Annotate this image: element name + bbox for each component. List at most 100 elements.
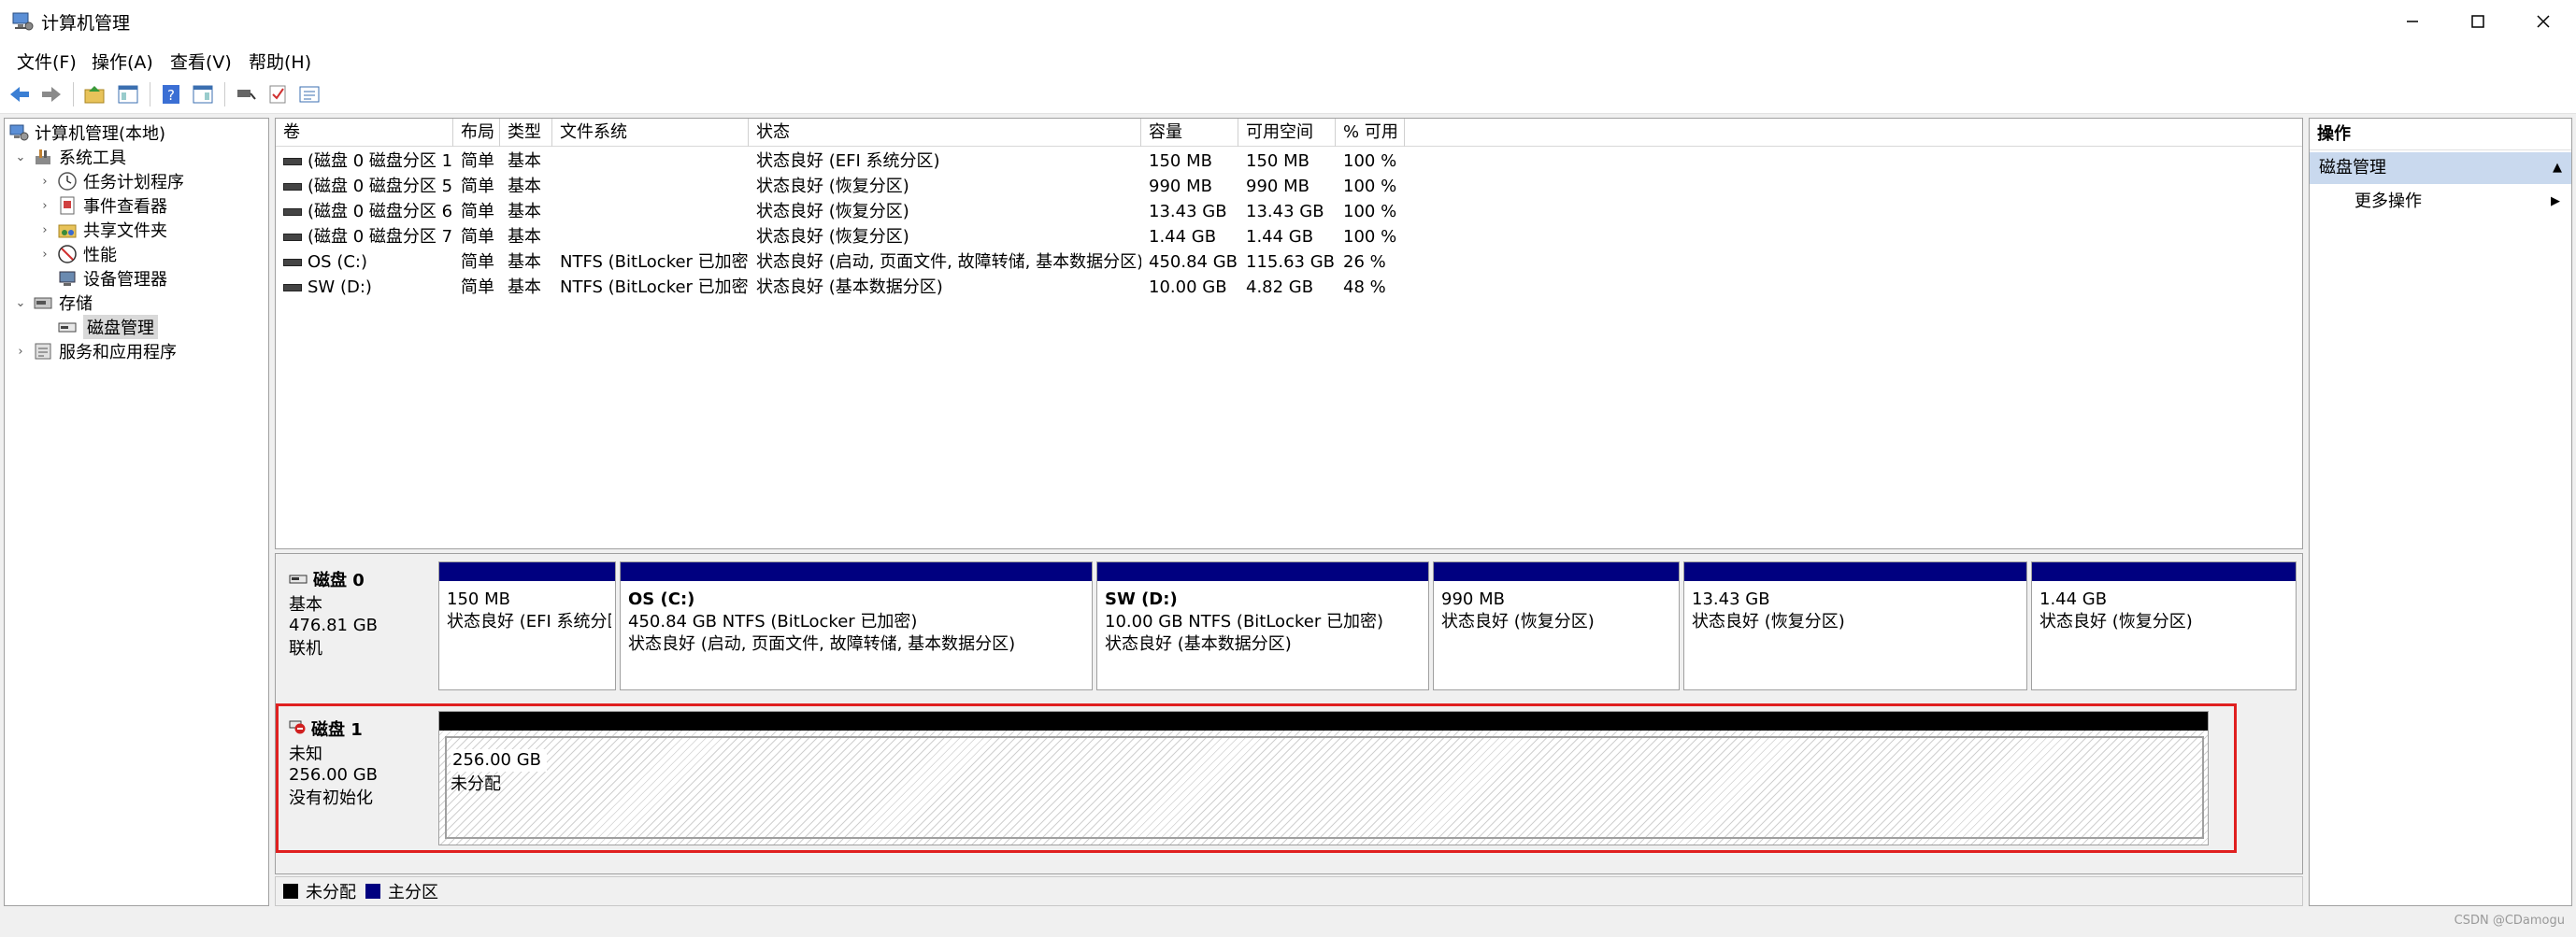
menu-file[interactable]: 文件(F) [15,47,79,76]
column-header-type[interactable]: 类型 [500,119,552,147]
maximize-button[interactable] [2445,0,2511,43]
table-cell: 48 % [1343,277,1386,297]
partition-size: 10.00 GB NTFS (BitLocker 已加密) [1105,612,1383,632]
help-icon[interactable]: ? [157,80,185,108]
disk-type: 基本 [289,595,322,615]
actions-pane: 操作 磁盘管理 ▲ 更多操作 ▶ [2309,118,2572,906]
partition-os-c[interactable]: OS (C:) 450.84 GB NTFS (BitLocker 已加密) 状态良… [620,561,1093,690]
partition-efi[interactable]: 150 MB 状态良好 (EFI 系统分区) [438,561,616,690]
tree-item-computer-management[interactable]: 计算机管理(本地) [8,121,165,145]
chevron-down-icon[interactable]: ⌄ [14,150,27,164]
close-button[interactable] [2511,0,2576,43]
disk-0-label[interactable]: 磁盘 0 基本 476.81 GB 联机 [281,560,429,694]
chevron-right-icon[interactable]: › [14,345,27,359]
column-header-capacity[interactable]: 容量 [1141,119,1238,147]
disk-icon [57,317,78,337]
column-header-status[interactable]: 状态 [749,119,1141,147]
toolbar: ? [0,75,2576,114]
table-cell: 990 MB [1246,177,1309,196]
menu-action[interactable]: 操作(A) [90,47,155,76]
table-cell: NTFS (BitLocker 已加密) [560,277,749,297]
more-actions-item[interactable]: 更多操作 ▶ [2310,186,2571,218]
chevron-right-icon[interactable]: › [38,199,51,213]
table-cell: NTFS (BitLocker 已加密) [560,252,749,272]
legend: 未分配 主分区 [275,876,2303,906]
primary-partition-bar [1434,562,1679,581]
chevron-right-icon[interactable]: › [38,248,51,262]
volume-name: SW (D:) [308,277,372,297]
table-cell [552,224,749,249]
partition-status: 状态良好 (启动, 页面文件, 故障转储, 基本数据分区) [628,634,1016,654]
table-cell: 简单 [461,177,494,196]
column-header-percent-free[interactable]: % 可用 [1336,119,1405,147]
chevron-right-icon[interactable]: › [38,223,51,237]
legend-swatch-primary [365,884,380,899]
partition-status: 状态良好 (恢复分区) [1692,612,1845,632]
partition-sw-d[interactable]: SW (D:) 10.00 GB NTFS (BitLocker 已加密) 状态良好… [1096,561,1429,690]
back-icon[interactable] [6,80,34,108]
column-header-filesystem[interactable]: 文件系统 [552,119,749,147]
tree-item-storage[interactable]: ⌄ 存储 [14,291,93,315]
table-row[interactable]: (磁盘 0 磁盘分区 5) 简单 基本 状态良好 (恢复分区) 990 MB 990 MB… [276,174,2302,199]
volume-name: (磁盘 0 磁盘分区 7) [308,227,453,247]
tree-item-performance[interactable]: › 性能 [38,242,117,266]
partition-status: 状态良好 (恢复分区) [2039,612,2193,632]
tree-label: 共享文件夹 [83,221,167,241]
connect-icon[interactable] [232,80,260,108]
menu-view[interactable]: 查看(V) [168,47,234,76]
partition-recovery-7[interactable]: 1.44 GB 状态良好 (恢复分区) [2031,561,2297,690]
primary-partition-bar [1684,562,2026,581]
collapse-up-icon[interactable]: ▲ [2553,152,2562,184]
legend-unallocated: 未分配 [283,879,356,903]
tree-item-shared-folders[interactable]: › 共享文件夹 [38,218,167,242]
disk-0-row: 磁盘 0 基本 476.81 GB 联机 150 MB 状态良好 (EFI 系统分… [276,554,2302,698]
window-title: 计算机管理 [41,13,131,34]
chevron-right-icon[interactable]: › [38,175,51,189]
properties-icon[interactable] [295,80,323,108]
tree-item-event-viewer[interactable]: › 事件查看器 [38,193,167,218]
minimize-button[interactable] [2380,0,2445,43]
menu-help[interactable]: 帮助(H) [247,47,313,76]
center-pane: 卷 布局 类型 文件系统 状态 容量 可用空间 % 可用 (磁盘 0 磁盘分区 … [275,118,2303,906]
tree-item-device-manager[interactable]: 设备管理器 [57,266,167,291]
tree-label: 计算机管理(本地) [35,124,166,144]
column-header-volume[interactable]: 卷 [276,119,453,147]
tree-item-services-apps[interactable]: › 服务和应用程序 [14,339,177,363]
watermark: CSDN @CDamogu [2454,914,2565,928]
column-header-free-space[interactable]: 可用空间 [1238,119,1336,147]
volume-icon [283,259,302,266]
services-icon [33,341,53,362]
partition-recovery-5[interactable]: 990 MB 状态良好 (恢复分区) [1433,561,1680,690]
check-icon[interactable] [264,80,292,108]
show-tree-icon[interactable] [114,80,142,108]
partition-status: 状态良好 (基本数据分区) [1105,634,1292,654]
table-cell: 150 MB [1149,151,1212,171]
volume-icon [283,208,302,216]
up-folder-icon[interactable] [80,80,108,108]
partition-recovery-6[interactable]: 13.43 GB 状态良好 (恢复分区) [1683,561,2027,690]
chevron-down-icon[interactable]: ⌄ [14,296,27,310]
table-row[interactable]: (磁盘 0 磁盘分区 7) 简单 基本 状态良好 (恢复分区) 1.44 GB 1.44 … [276,224,2302,249]
toolbar-separator [73,82,74,106]
table-cell: 150 MB [1246,151,1309,171]
partition-status: 状态良好 (EFI 系统分区) [447,612,611,632]
partition-status: 状态良好 (恢复分区) [1441,612,1595,632]
show-hide-icon[interactable] [189,80,217,108]
table-cell: 990 MB [1149,177,1212,196]
actions-section-disk-management[interactable]: 磁盘管理 ▲ [2310,152,2571,184]
tree-item-task-scheduler[interactable]: › 任务计划程序 [38,169,184,193]
table-row[interactable]: OS (C:) 简单 基本 NTFS (BitLocker 已加密) 状态良好 (启动,… [276,249,2302,275]
table-cell: 4.82 GB [1246,277,1314,297]
table-cell-volume: (磁盘 0 磁盘分区 1) [276,149,453,174]
forward-icon[interactable] [37,80,65,108]
table-cell-volume: (磁盘 0 磁盘分区 6) [276,199,453,224]
tree-item-system-tools[interactable]: ⌄ 系统工具 [14,145,126,169]
table-row[interactable]: SW (D:) 简单 基本 NTFS (BitLocker 已加密) 状态良好 (基本数… [276,275,2302,300]
column-header-layout[interactable]: 布局 [453,119,500,147]
table-row[interactable]: (磁盘 0 磁盘分区 6) 简单 基本 状态良好 (恢复分区) 13.43 GB 13.4… [276,199,2302,224]
tree-item-disk-management[interactable]: 磁盘管理 [57,315,158,339]
table-row[interactable]: (磁盘 0 磁盘分区 1) 简单 基本 状态良好 (EFI 系统分区) 150 MB 15… [276,149,2302,174]
table-cell: 10.00 GB [1149,277,1227,297]
legend-primary: 主分区 [365,879,438,903]
volume-icon [283,183,302,191]
